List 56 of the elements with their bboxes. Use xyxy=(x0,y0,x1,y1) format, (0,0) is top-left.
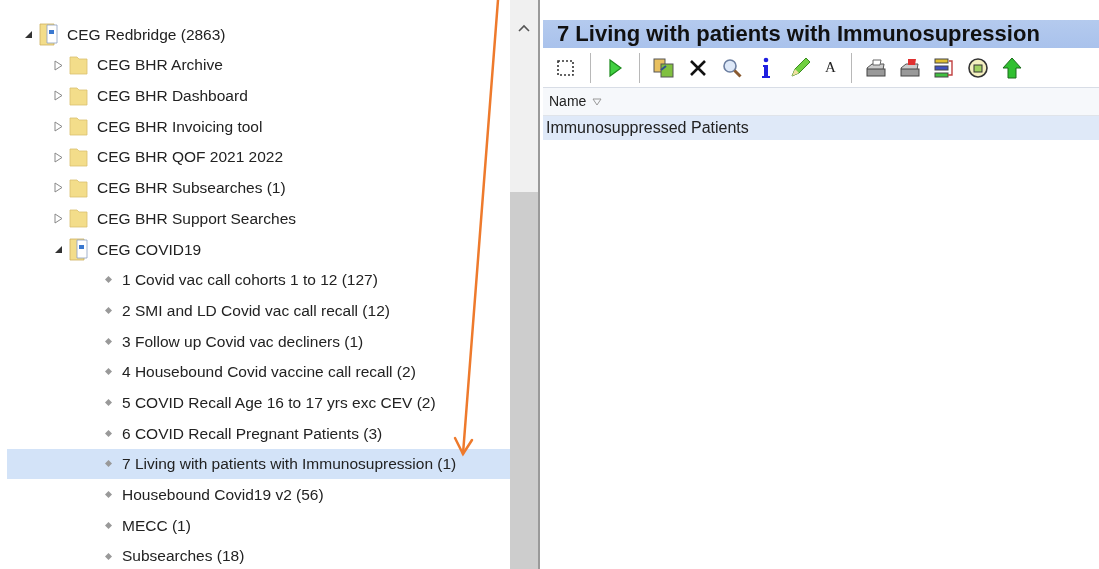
scrollbar[interactable] xyxy=(510,0,540,569)
panel-title: 7 Living with patients with Immunosupression xyxy=(543,20,1099,48)
tree-item[interactable]: CEG BHR Support Searches xyxy=(7,203,510,234)
list-icon[interactable] xyxy=(931,55,956,80)
tree-item[interactable]: CEG BHR Invoicing tool xyxy=(7,111,510,142)
expand-triangle-icon[interactable] xyxy=(53,90,63,102)
tree-item[interactable]: CEG BHR QOF 2021 2022 xyxy=(7,141,510,173)
expand-triangle-icon[interactable] xyxy=(53,59,63,71)
tree-item[interactable]: 2 SMI and LD Covid vac call recall (12) xyxy=(7,295,510,326)
tree-item[interactable]: Housebound Covid19 v2 (56) xyxy=(7,479,510,510)
expand-triangle-icon[interactable] xyxy=(53,151,63,163)
table-row[interactable]: Immunosuppressed Patients xyxy=(543,116,1099,140)
tree-item[interactable]: CEG BHR Archive xyxy=(7,49,510,81)
tree-item[interactable]: 1 Covid vac call cohorts 1 to 12 (127) xyxy=(7,264,510,296)
scroll-thumb[interactable] xyxy=(510,192,538,569)
tree-item[interactable]: 4 Housebound Covid vaccine call recall (2) xyxy=(7,356,510,388)
bullet-icon xyxy=(105,276,112,284)
document-folder-icon xyxy=(38,22,60,47)
up-arrow-icon[interactable] xyxy=(999,55,1024,80)
bullet-icon xyxy=(105,399,112,407)
expand-triangle-icon[interactable] xyxy=(53,212,63,224)
collapse-triangle-icon[interactable] xyxy=(53,244,63,254)
font-button[interactable]: A xyxy=(825,56,836,79)
bullet-icon xyxy=(105,460,112,468)
tree-item[interactable]: 3 Follow up Covid vac decliners (1) xyxy=(7,325,510,357)
collapse-triangle-icon[interactable] xyxy=(23,29,33,39)
scroll-up-icon[interactable] xyxy=(518,24,530,32)
bullet-icon xyxy=(105,368,112,376)
expand-triangle-icon[interactable] xyxy=(53,120,63,132)
tree-item[interactable]: 6 COVID Recall Pregnant Patients (3) xyxy=(7,417,510,449)
copy-icon[interactable] xyxy=(652,55,676,80)
bullet-icon xyxy=(105,521,112,529)
column-header[interactable]: Name xyxy=(549,91,603,112)
folder-icon xyxy=(68,115,90,138)
folder-icon xyxy=(68,176,90,199)
bullet-icon xyxy=(105,552,112,560)
bullet-icon xyxy=(105,337,112,345)
tree-item[interactable]: CEG Redbridge (2863) xyxy=(7,19,510,50)
tree-item[interactable]: CEG BHR Dashboard xyxy=(7,80,510,112)
folder-icon xyxy=(68,146,90,169)
pencil-icon[interactable] xyxy=(788,55,812,80)
folder-icon xyxy=(68,84,90,107)
square-badge-icon[interactable] xyxy=(965,55,990,80)
expand-triangle-icon[interactable] xyxy=(53,182,63,194)
tree-item[interactable]: MECC (1) xyxy=(7,510,510,541)
tree-item[interactable]: CEG BHR Subsearches (1) xyxy=(7,172,510,204)
tree-item[interactable]: CEG COVID19 xyxy=(7,233,510,265)
document-folder-icon xyxy=(68,237,90,262)
folder-icon xyxy=(68,207,90,230)
bullet-icon xyxy=(105,429,112,437)
tree-item[interactable]: 7 Living with patients with Immunosupression (1) xyxy=(7,448,510,480)
bullet-icon xyxy=(105,491,112,499)
tree-item[interactable]: 5 COVID Recall Age 16 to 17 yrs exc CEV (2) xyxy=(7,387,510,418)
bullet-icon xyxy=(105,307,112,315)
tree-item[interactable]: Subsearches (18) xyxy=(7,540,510,569)
folder-icon xyxy=(68,54,90,77)
